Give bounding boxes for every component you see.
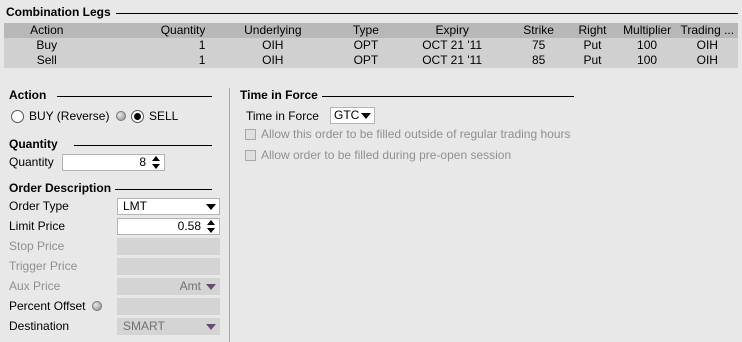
- column-header-strike[interactable]: Strike: [509, 23, 568, 38]
- buy-reverse-label[interactable]: BUY (Reverse): [29, 109, 109, 123]
- outside-rth-label[interactable]: Allow this order to be filled outside of…: [261, 127, 571, 141]
- trigger-price-field[interactable]: [117, 258, 220, 275]
- outside-rth-checkbox[interactable]: [245, 129, 256, 140]
- aux-price-unit: Amt: [179, 279, 201, 293]
- action-section-rule: [57, 96, 212, 97]
- column-header-expiry[interactable]: Expiry: [394, 23, 510, 38]
- trigger-price-label: Trigger Price: [9, 259, 78, 273]
- combination-legs-rule: [116, 13, 738, 14]
- spinner-arrows-icon[interactable]: [207, 220, 216, 233]
- cell-trading-class: OIH: [676, 38, 738, 53]
- cell-action: Buy: [4, 38, 90, 53]
- time-in-force-title: Time in Force: [240, 88, 318, 102]
- destination-value: SMART: [123, 319, 165, 333]
- order-description-title: Order Description: [9, 181, 112, 195]
- order-type-value: LMT: [123, 199, 147, 213]
- quantity-section-rule: [74, 145, 212, 146]
- destination-select[interactable]: SMART: [117, 318, 220, 335]
- chevron-down-icon[interactable]: [206, 284, 216, 290]
- cell-action: Sell: [4, 53, 90, 68]
- chevron-down-icon[interactable]: [206, 204, 216, 210]
- stop-price-label: Stop Price: [9, 239, 65, 253]
- order-type-label: Order Type: [9, 199, 69, 213]
- column-header-trading-class[interactable]: Trading ...: [676, 23, 738, 38]
- cell-type: OPT: [337, 53, 395, 68]
- spinner-arrows-icon[interactable]: [152, 156, 161, 169]
- stop-price-field[interactable]: [117, 238, 220, 255]
- pre-open-checkbox[interactable]: [245, 150, 256, 161]
- cell-underlying: OIH: [208, 53, 338, 68]
- cell-underlying: OIH: [208, 38, 338, 53]
- pre-open-label[interactable]: Allow order to be filled during pre-open…: [261, 148, 511, 162]
- buy-reverse-radio[interactable]: [11, 110, 24, 123]
- quantity-label: Quantity: [9, 155, 54, 169]
- cell-expiry: OCT 21 '11: [394, 53, 510, 68]
- table-header-row: Action Quantity Underlying Type Expiry S…: [4, 23, 738, 38]
- limit-price-label: Limit Price: [9, 219, 66, 233]
- combination-legs-table: Action Quantity Underlying Type Expiry S…: [4, 23, 738, 68]
- quantity-section-title: Quantity: [9, 137, 58, 151]
- percent-offset-label: Percent Offset: [9, 299, 86, 313]
- table-row[interactable]: Buy 1 OIH OPT OCT 21 '11 75 Put 100 OIH: [4, 38, 738, 53]
- sell-radio[interactable]: [131, 110, 144, 123]
- cell-type: OPT: [337, 38, 395, 53]
- aux-price-field[interactable]: Amt: [117, 278, 220, 295]
- column-header-quantity[interactable]: Quantity: [89, 23, 209, 38]
- cell-quantity: 1: [89, 38, 209, 53]
- order-description-rule: [115, 189, 212, 190]
- aux-price-label: Aux Price: [9, 279, 61, 293]
- time-in-force-select[interactable]: GTC: [330, 107, 375, 124]
- cell-expiry: OCT 21 '11: [394, 38, 510, 53]
- chevron-down-icon[interactable]: [361, 113, 371, 119]
- help-icon[interactable]: [92, 301, 102, 311]
- cell-quantity: 1: [89, 53, 209, 68]
- sell-label[interactable]: SELL: [149, 109, 178, 123]
- time-in-force-value: GTC: [334, 108, 360, 122]
- column-header-underlying[interactable]: Underlying: [208, 23, 338, 38]
- time-in-force-label: Time in Force: [246, 109, 319, 123]
- quantity-stepper[interactable]: 8: [62, 154, 165, 171]
- quantity-value: 8: [139, 155, 146, 169]
- help-icon[interactable]: [116, 111, 126, 121]
- cell-multiplier: 100: [617, 53, 677, 68]
- cell-strike: 75: [509, 38, 568, 53]
- combination-legs-title: Combination Legs: [6, 5, 111, 19]
- column-header-right[interactable]: Right: [567, 23, 618, 38]
- chevron-down-icon[interactable]: [206, 324, 216, 330]
- cell-strike: 85: [509, 53, 568, 68]
- time-in-force-rule: [322, 96, 574, 97]
- table-row[interactable]: Sell 1 OIH OPT OCT 21 '11 85 Put 100 OIH: [4, 53, 738, 68]
- limit-price-stepper[interactable]: 0.58: [117, 218, 220, 235]
- column-header-type[interactable]: Type: [337, 23, 395, 38]
- cell-multiplier: 100: [617, 38, 677, 53]
- percent-offset-field[interactable]: [117, 298, 220, 315]
- limit-price-value: 0.58: [177, 219, 201, 233]
- order-type-select[interactable]: LMT: [117, 198, 220, 215]
- action-section-title: Action: [9, 88, 47, 102]
- destination-label: Destination: [9, 319, 70, 333]
- cell-right: Put: [567, 38, 618, 53]
- cell-right: Put: [567, 53, 618, 68]
- column-header-multiplier[interactable]: Multiplier: [617, 23, 677, 38]
- panel-divider: [229, 88, 230, 342]
- column-header-action[interactable]: Action: [4, 23, 90, 38]
- cell-trading-class: OIH: [676, 53, 738, 68]
